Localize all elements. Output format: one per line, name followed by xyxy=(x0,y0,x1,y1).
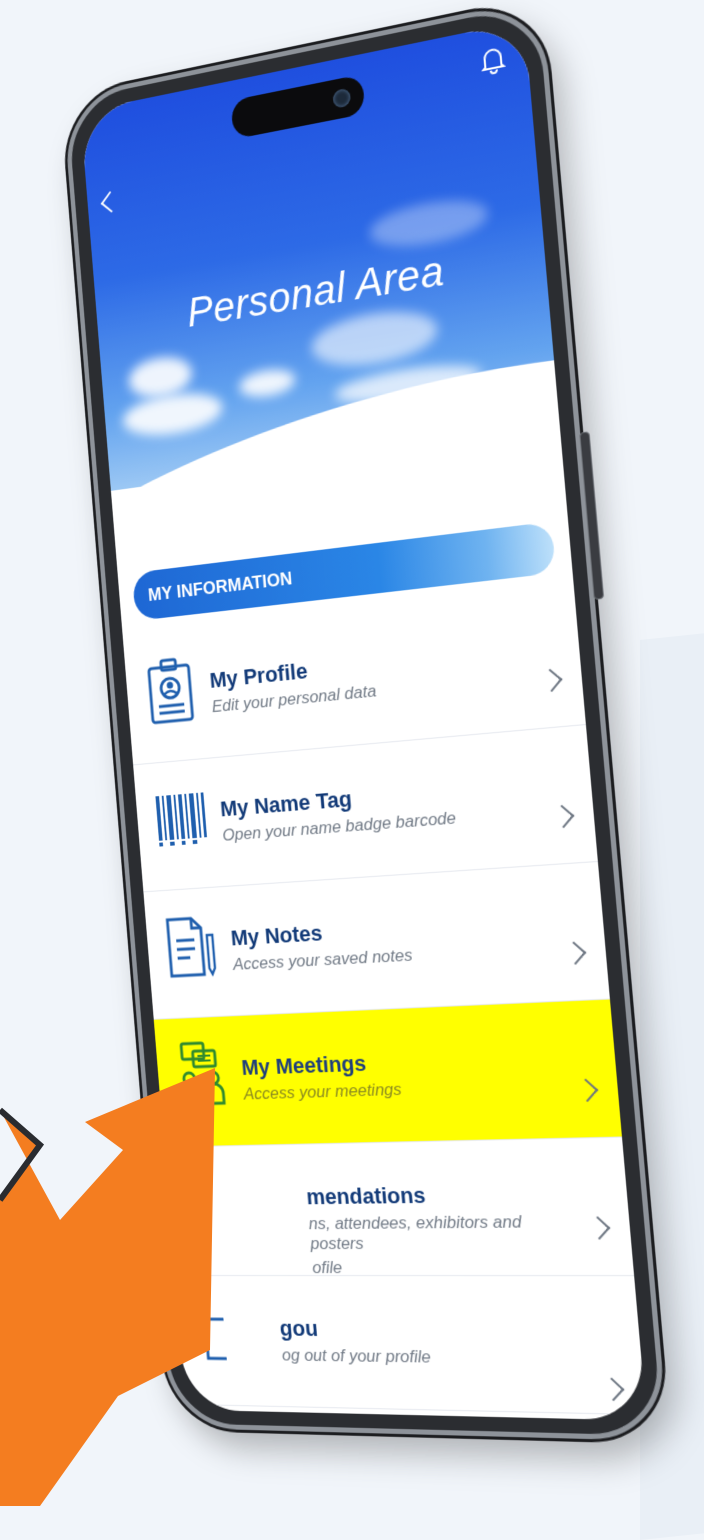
chevron-left-icon[interactable] xyxy=(101,191,121,212)
phone-side-button xyxy=(579,431,604,600)
chevron-right-icon xyxy=(563,941,586,964)
chevron-right-icon xyxy=(587,1216,611,1240)
chevron-right-icon xyxy=(601,1377,625,1401)
menu-item-subtitle: og out of your profile xyxy=(281,1345,580,1369)
barcode-icon xyxy=(153,783,209,855)
cloud xyxy=(122,387,224,440)
menu-item-subtitle: ns, attendees, exhibitors and posters xyxy=(308,1212,570,1255)
id-badge-icon xyxy=(143,655,199,728)
camera-lens xyxy=(332,88,351,109)
menu-item-label: gou xyxy=(279,1316,578,1345)
notes-icon xyxy=(163,911,219,982)
menu-item-label: mendations xyxy=(305,1180,565,1210)
chevron-right-icon xyxy=(539,669,562,692)
orange-arrow-pointer xyxy=(0,1050,300,1506)
chevron-right-icon xyxy=(551,805,574,828)
chevron-right-icon xyxy=(575,1079,598,1103)
cloud xyxy=(310,304,440,373)
bell-icon[interactable] xyxy=(480,43,507,76)
cloud xyxy=(238,366,296,400)
